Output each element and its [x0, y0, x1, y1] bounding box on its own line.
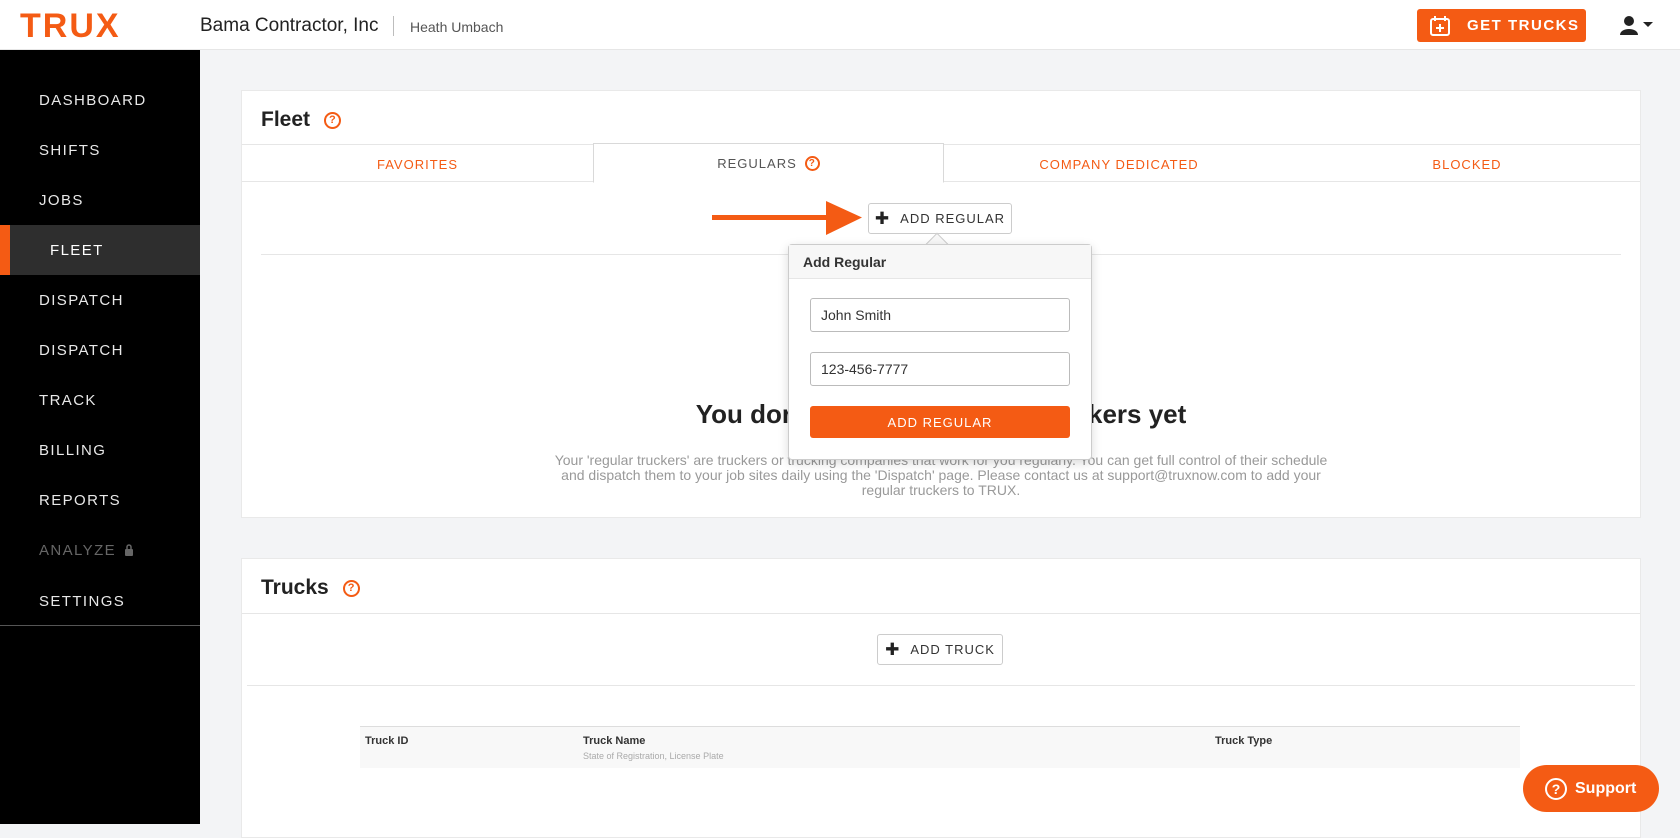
company-name: Bama Contractor, Inc: [200, 15, 379, 36]
header-divider: [393, 16, 394, 36]
tab-regulars[interactable]: REGULARS ?: [593, 143, 944, 183]
submit-add-regular-button[interactable]: ADD REGULAR: [810, 406, 1070, 438]
tab-label: REGULARS: [717, 155, 797, 171]
sidebar-item-label: ANALYZE: [39, 541, 117, 559]
arrow-right-icon: [712, 201, 862, 235]
sidebar-item-track[interactable]: TRACK: [0, 375, 200, 425]
svg-text:TRUX: TRUX: [20, 10, 121, 40]
user-name: Heath Umbach: [410, 19, 504, 35]
sidebar-item-label: BILLING: [39, 441, 107, 459]
tab-favorites[interactable]: FAVORITES: [242, 145, 593, 183]
caret-down-icon: [1643, 22, 1653, 27]
divider: [247, 685, 1635, 686]
sidebar-item-label: SHIFTS: [39, 141, 101, 159]
regular-name-input[interactable]: [810, 298, 1070, 332]
user-menu[interactable]: [1620, 14, 1654, 36]
plus-icon: ✚: [874, 208, 891, 228]
empty-title-left: You dor: [695, 399, 792, 429]
trucks-card: Trucks ? ✚ ADD TRUCK: [241, 558, 1641, 838]
add-regular-label: ADD REGULAR: [900, 211, 1006, 226]
sidebar-item-dispatch-2[interactable]: DISPATCH: [0, 325, 200, 375]
sidebar-item-dispatch[interactable]: DISPATCH: [0, 275, 200, 325]
user-icon: [1620, 16, 1638, 35]
help-icon[interactable]: ?: [804, 155, 820, 171]
tab-label: BLOCKED: [1432, 156, 1502, 172]
fleet-title-text: Fleet: [261, 108, 311, 131]
popover-title: Add Regular: [789, 245, 1091, 279]
sidebar-item-label: JOBS: [39, 191, 84, 209]
top-bar: TRUX Bama Contractor, Inc Heath Umbach G…: [0, 0, 1680, 50]
sidebar-item-label: DASHBOARD: [39, 91, 147, 109]
empty-desc-line: and dispatch them to your job sites dail…: [561, 467, 1321, 483]
add-regular-popover: Add Regular ADD REGULAR: [788, 244, 1092, 460]
sidebar-item-label: REPORTS: [39, 491, 122, 509]
add-regular-button[interactable]: ✚ ADD REGULAR: [868, 203, 1012, 234]
tab-company-dedicated[interactable]: COMPANY DEDICATED: [944, 145, 1294, 183]
get-trucks-button[interactable]: GET TRUCKS: [1417, 9, 1586, 42]
calendar-add-icon: [1430, 15, 1450, 36]
lock-icon: [125, 544, 134, 556]
sidebar-item-label: SETTINGS: [39, 592, 126, 610]
column-truck-name[interactable]: Truck Name: [583, 735, 645, 747]
tab-label: FAVORITES: [377, 156, 458, 172]
support-label: Support: [1575, 779, 1637, 797]
empty-title-right: kers yet: [1087, 399, 1187, 429]
sidebar-item-dashboard[interactable]: DASHBOARD: [0, 75, 200, 125]
divider: [242, 613, 1640, 614]
empty-desc-line: regular truckers to TRUX.: [861, 482, 1021, 498]
add-truck-label: ADD TRUCK: [910, 642, 995, 657]
trucks-title-text: Trucks: [261, 576, 329, 599]
trucks-table-header: Truck ID Truck Name State of Registratio…: [360, 726, 1520, 768]
help-icon[interactable]: ?: [323, 111, 341, 129]
fleet-tabs: FAVORITES REGULARS ? COMPANY DEDICATED B…: [242, 143, 1640, 183]
sidebar-item-billing[interactable]: BILLING: [0, 425, 200, 475]
add-truck-button[interactable]: ✚ ADD TRUCK: [877, 634, 1003, 665]
sidebar-item-fleet[interactable]: FLEET: [0, 225, 200, 275]
question-icon: ?: [1545, 777, 1567, 800]
tab-label: COMPANY DEDICATED: [1039, 156, 1199, 172]
sidebar-item-label: TRACK: [39, 391, 97, 409]
sidebar: DASHBOARD SHIFTS JOBS FLEET DISPATCH DIS…: [0, 50, 200, 824]
sidebar-item-analyze: ANALYZE: [0, 525, 200, 575]
sidebar-item-label: FLEET: [50, 241, 104, 259]
column-truck-type[interactable]: Truck Type: [1215, 735, 1272, 747]
sidebar-item-label: DISPATCH: [39, 291, 124, 309]
fleet-title: Fleet ?: [261, 108, 341, 132]
column-truck-id[interactable]: Truck ID: [365, 735, 408, 747]
sidebar-item-shifts[interactable]: SHIFTS: [0, 125, 200, 175]
sidebar-item-jobs[interactable]: JOBS: [0, 175, 200, 225]
get-trucks-label: GET TRUCKS: [1467, 17, 1580, 34]
sidebar-item-settings[interactable]: SETTINGS: [0, 576, 200, 626]
tab-blocked[interactable]: BLOCKED: [1294, 145, 1640, 183]
plus-icon: ✚: [885, 639, 901, 659]
trucks-title: Trucks ?: [261, 576, 360, 600]
regular-phone-input[interactable]: [810, 352, 1070, 386]
sidebar-item-reports[interactable]: REPORTS: [0, 475, 200, 525]
help-icon[interactable]: ?: [342, 579, 360, 597]
trux-logo[interactable]: TRUX: [20, 10, 172, 40]
support-button[interactable]: ? Support: [1523, 765, 1659, 812]
sidebar-item-label: DISPATCH: [39, 341, 124, 359]
column-truck-name-sub: State of Registration, License Plate: [583, 751, 724, 761]
